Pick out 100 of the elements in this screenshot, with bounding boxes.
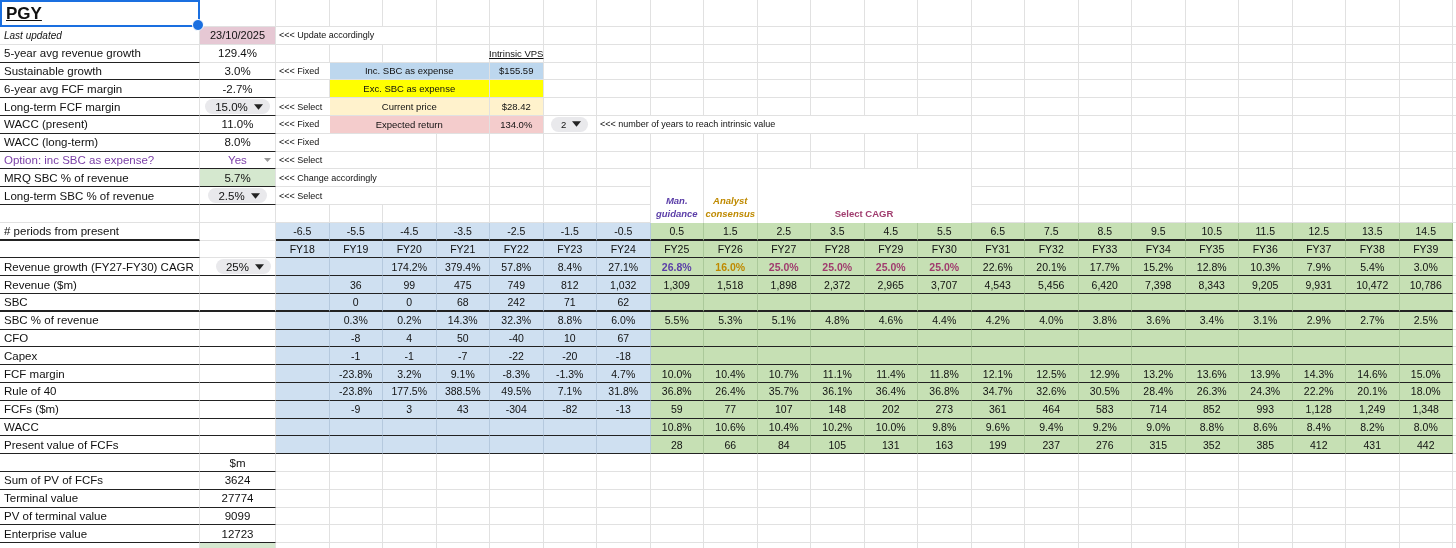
table-cell: 749 — [490, 276, 544, 294]
table-cell — [490, 436, 544, 455]
table-cell: 28 — [650, 436, 704, 455]
table-cell: 17.7% — [1078, 258, 1132, 277]
dropdown[interactable]: 25% — [215, 259, 271, 275]
selection-handle-icon[interactable] — [192, 19, 204, 31]
table-cell: 9.1% — [436, 365, 490, 383]
table-cell: -1.3% — [543, 365, 597, 383]
table-cell: 25.0% — [811, 258, 865, 277]
table-cell: 379.4% — [436, 258, 490, 277]
dropdown[interactable]: 15.0% — [205, 99, 270, 115]
table-cell — [276, 258, 330, 277]
table-cell: 12.1% — [971, 365, 1025, 383]
table-cell — [1025, 347, 1079, 366]
table-cell: 3.2% — [383, 365, 437, 383]
table-cell — [650, 347, 704, 366]
table-cell: 9,931 — [1292, 276, 1346, 294]
table-cell: 4.7% — [597, 365, 651, 383]
table-cell: -18 — [597, 347, 651, 366]
table-cell: Current price — [329, 98, 490, 116]
table-cell: 25.0% — [918, 258, 972, 277]
table-cell: 812 — [543, 276, 597, 294]
table-cell: -0.5 — [597, 222, 651, 241]
note-text: <<< Change accordingly — [276, 169, 383, 188]
table-cell — [1132, 347, 1186, 366]
table-cell: 15.0% — [1399, 365, 1453, 383]
table-cell: 3,707 — [918, 276, 972, 294]
table-cell — [918, 347, 972, 366]
table-cell: 11.1% — [811, 365, 865, 383]
table-cell: 7,398 — [1132, 276, 1186, 294]
table-cell: 9.5 — [1132, 222, 1186, 241]
table-cell: 25.0% — [864, 258, 918, 277]
table-cell: 352 — [1185, 436, 1239, 455]
table-cell — [329, 436, 383, 455]
table-cell: 36 — [329, 276, 383, 294]
table-cell: -1.5 — [543, 222, 597, 241]
table-cell: 8.5 — [1078, 222, 1132, 241]
table-cell: 84 — [757, 436, 811, 455]
table-cell — [543, 436, 597, 455]
dropdown[interactable]: Yes — [200, 152, 275, 168]
table-cell: -5.5 — [329, 222, 383, 241]
table-cell — [276, 436, 330, 455]
caret-icon — [264, 156, 271, 163]
caret-icon — [250, 192, 260, 199]
table-cell: 199 — [971, 436, 1025, 455]
dropdown[interactable]: 2 — [551, 116, 589, 132]
table-cell: 10.7% — [757, 365, 811, 383]
table-cell: Inc. SBC as expense — [329, 62, 490, 81]
table-cell: 163 — [918, 436, 972, 455]
table-cell: 66 — [704, 436, 758, 455]
dropdown[interactable]: 2.5% — [208, 188, 267, 204]
note-text: <<< Select — [276, 98, 330, 116]
table-cell: 16.0% — [704, 258, 758, 277]
table-cell — [383, 436, 437, 455]
table-cell: 10.4% — [704, 365, 758, 383]
table-cell: -8.3% — [490, 365, 544, 383]
table-cell — [276, 365, 330, 383]
table-cell: 5.4% — [1346, 258, 1400, 277]
table-cell — [1292, 347, 1346, 366]
table-cell: 27.1% — [597, 258, 651, 277]
table-cell — [704, 347, 758, 366]
table-cell — [276, 347, 330, 366]
table-cell — [811, 347, 865, 366]
table-cell: 12.9% — [1078, 365, 1132, 383]
caret-icon — [255, 263, 264, 270]
table-cell: 9,205 — [1239, 276, 1293, 294]
table-cell: 1,309 — [650, 276, 704, 294]
table-cell: 2,965 — [864, 276, 918, 294]
table-cell: 14.5 — [1399, 222, 1453, 241]
date-cell: 23/10/2025 — [200, 27, 276, 45]
table-cell — [597, 436, 651, 455]
table-cell: 7.5 — [1025, 222, 1079, 241]
table-cell: 10.5 — [1185, 222, 1239, 241]
table-cell: 475 — [436, 276, 490, 294]
table-cell — [1078, 347, 1132, 366]
table-cell: 5,456 — [1025, 276, 1079, 294]
table-cell: 13.6% — [1185, 365, 1239, 383]
table-cell: 431 — [1346, 436, 1400, 455]
table-cell: 99 — [383, 276, 437, 294]
table-cell: 12.5 — [1292, 222, 1346, 241]
table-cell: 2,372 — [811, 276, 865, 294]
note-text: <<< Update accordingly — [276, 27, 383, 45]
table-cell: 4,543 — [971, 276, 1025, 294]
note-text: <<< Select — [276, 187, 383, 205]
table-cell — [864, 347, 918, 366]
table-cell: 1,518 — [704, 276, 758, 294]
table-cell: -1 — [383, 347, 437, 366]
table-cell: 10.3% — [1239, 258, 1293, 277]
table-cell: 412 — [1292, 436, 1346, 455]
table-cell: 6,420 — [1078, 276, 1132, 294]
value-cell — [490, 80, 544, 99]
table-cell: 1,032 — [597, 276, 651, 294]
table-cell: 8,343 — [1185, 276, 1239, 294]
table-cell — [329, 258, 383, 277]
table-cell: 13.5 — [1346, 222, 1400, 241]
table-cell: 11.4% — [864, 365, 918, 383]
table-cell — [436, 436, 490, 455]
table-cell: 13.9% — [1239, 365, 1293, 383]
value-cell: $28.42 — [490, 98, 544, 116]
table-cell — [1185, 347, 1239, 366]
